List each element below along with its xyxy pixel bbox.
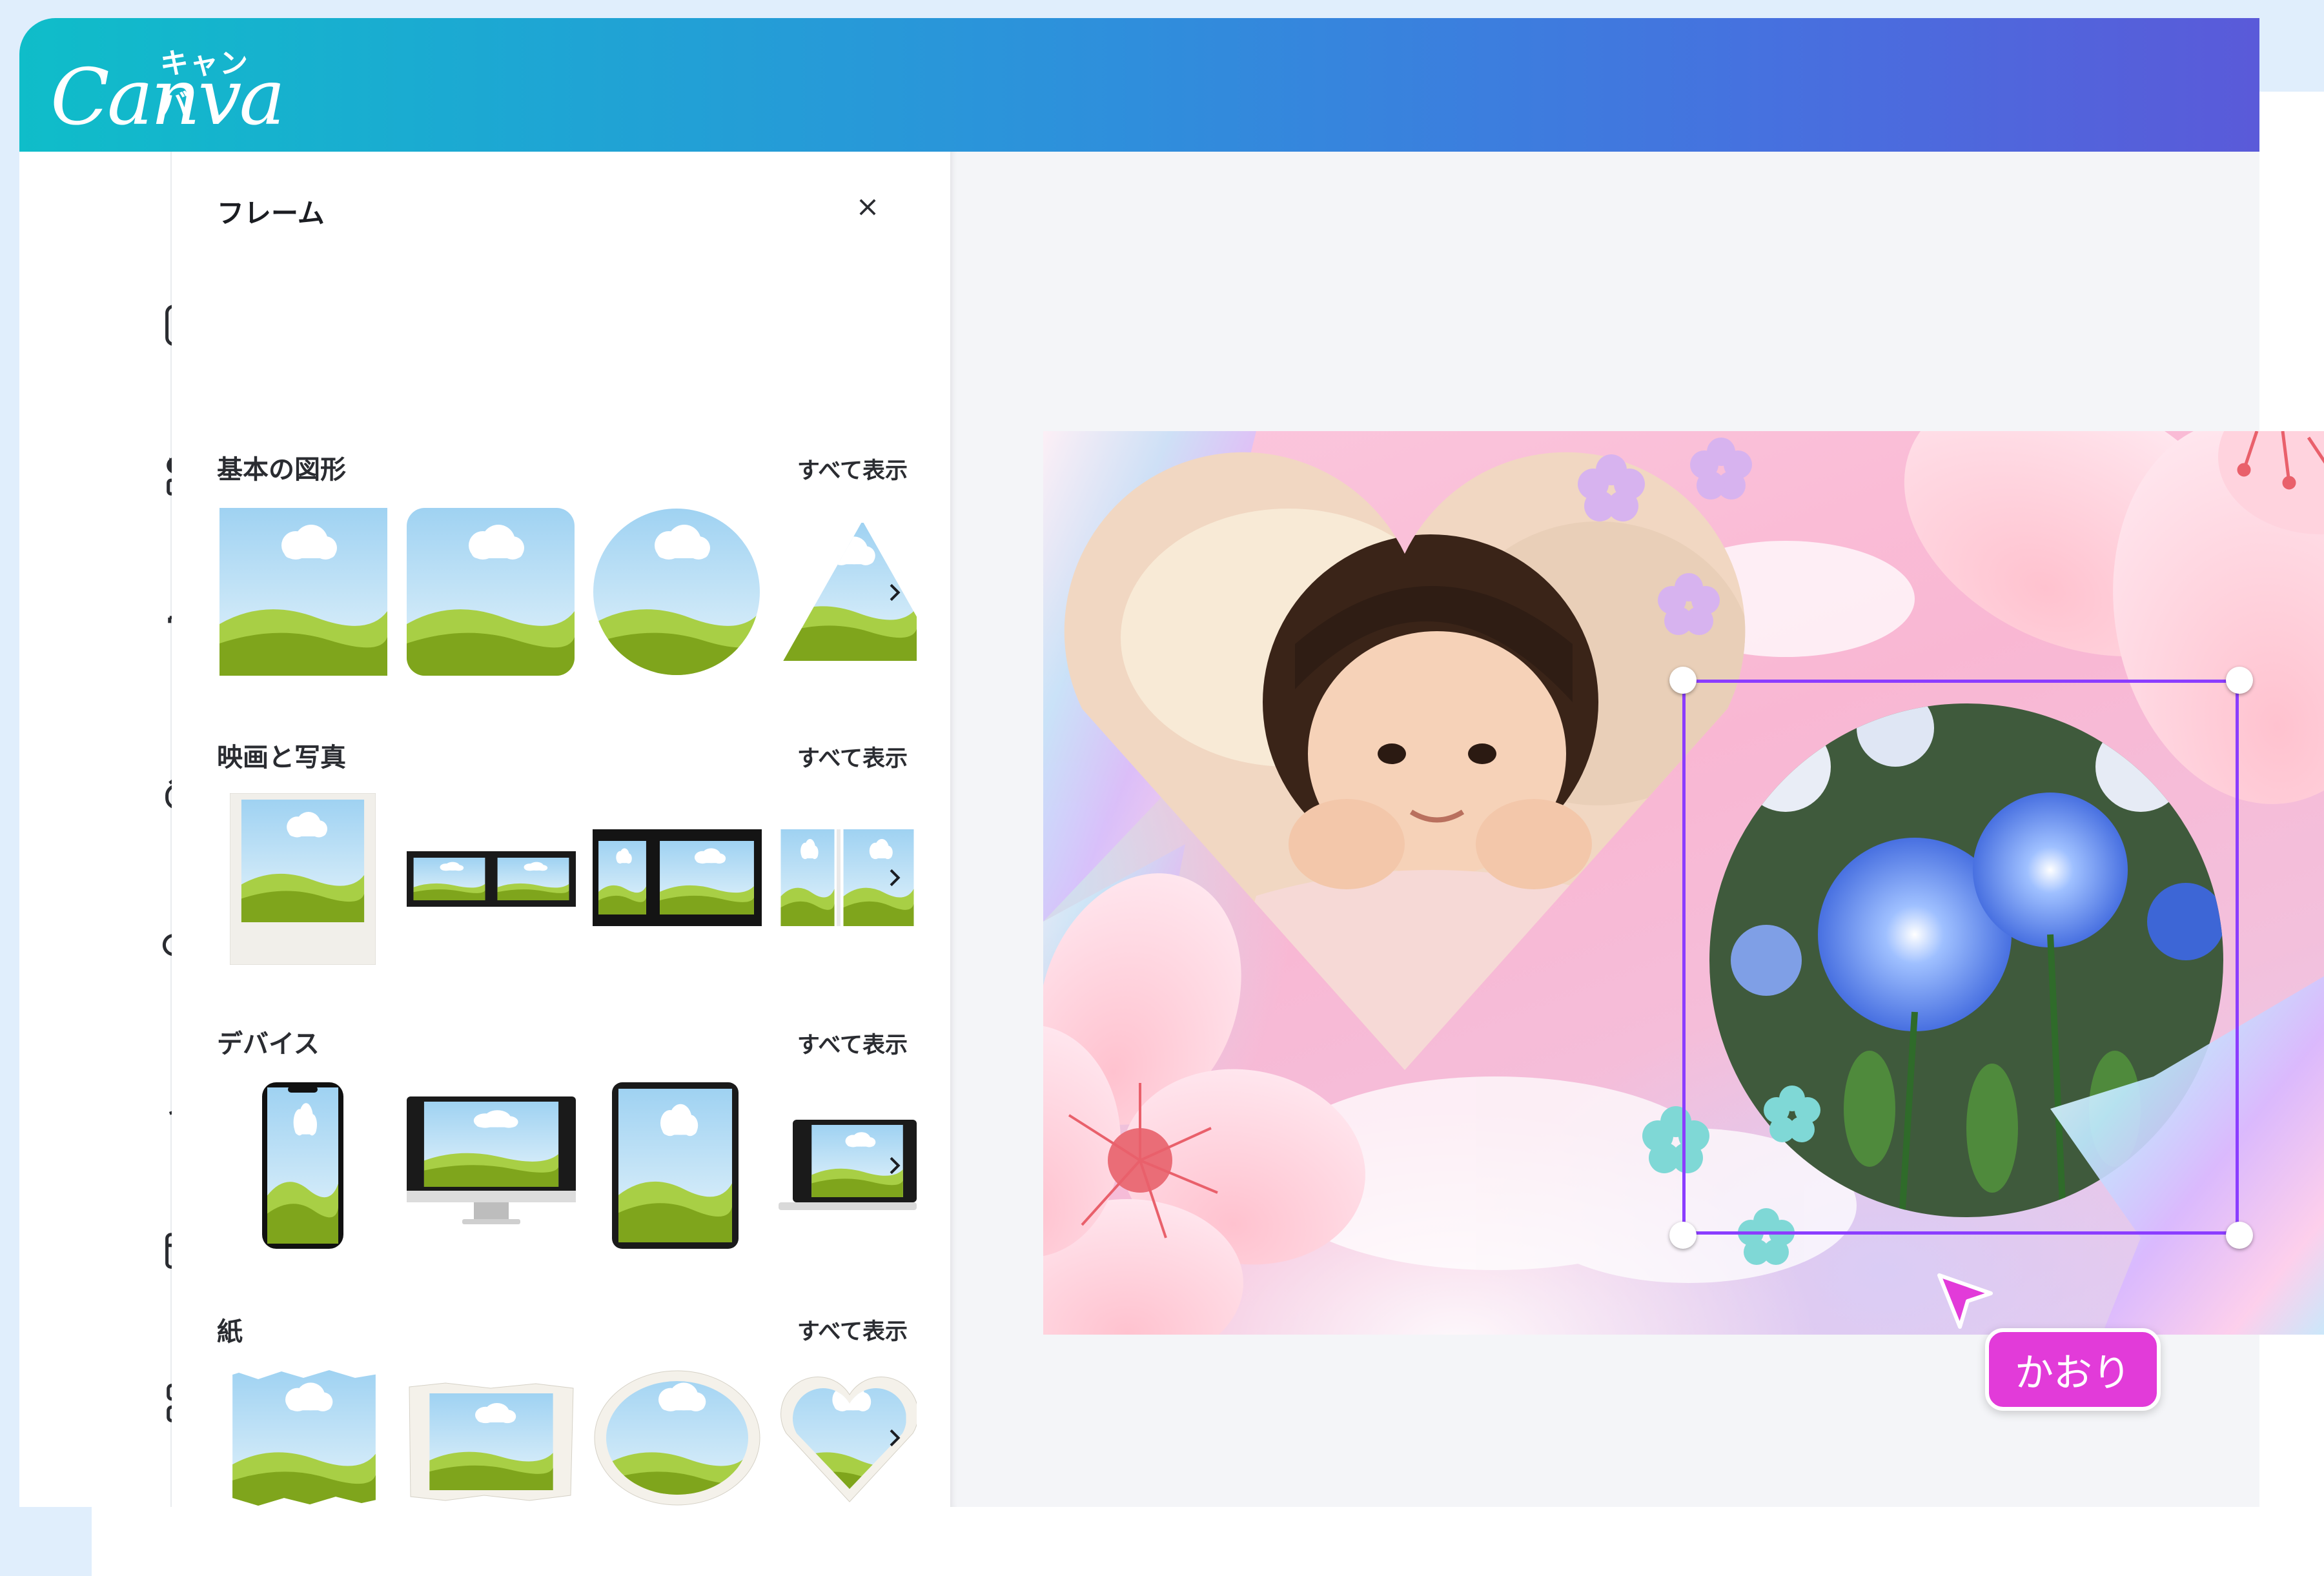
frame-tablet[interactable]: [611, 1081, 740, 1250]
film-photo-row: [219, 793, 917, 965]
frame-film-strip[interactable]: [407, 851, 576, 907]
paper-next-button[interactable]: [872, 1415, 917, 1460]
frame-circle[interactable]: [593, 508, 760, 676]
see-all-devices[interactable]: すべて表示: [797, 1027, 908, 1060]
section-title-devices: デバイス: [217, 1029, 320, 1059]
chevron-right-icon: [890, 869, 901, 887]
frame-torn-paper[interactable]: [219, 1369, 389, 1507]
collaborator-name-tag: かおり: [1985, 1328, 2161, 1411]
chevron-right-icon: [890, 583, 901, 601]
resize-handle-top-left[interactable]: [1669, 667, 1697, 694]
paper-row: [219, 1369, 917, 1507]
basic-shapes-next-button[interactable]: [872, 570, 917, 615]
close-panel-button[interactable]: [850, 189, 886, 225]
top-bar: キャンバ Canva: [19, 18, 2259, 152]
frame-paper-rect[interactable]: [407, 1382, 576, 1502]
chevron-right-icon: [890, 1429, 901, 1447]
chevron-right-icon: [890, 1157, 901, 1175]
frames-panel: フレーム 基本の図形 すべて表示 映画と写真 すべて表示 デバイス すべて表示 …: [172, 152, 950, 1507]
section-title-paper: 紙: [217, 1317, 243, 1347]
resize-handle-bottom-left[interactable]: [1669, 1222, 1697, 1249]
frame-polaroid[interactable]: [230, 793, 376, 965]
see-all-basic-shapes[interactable]: すべて表示: [797, 452, 908, 485]
frame-desktop[interactable]: [407, 1096, 576, 1232]
frame-film-negative[interactable]: [593, 829, 762, 926]
resize-handle-bottom-right[interactable]: [2226, 1222, 2253, 1249]
section-title-basic-shapes: 基本の図形: [217, 455, 346, 485]
frame-square[interactable]: [219, 508, 387, 676]
devices-row: [219, 1081, 917, 1253]
section-title-film-photo: 映画と写真: [217, 743, 346, 773]
frame-phone[interactable]: [261, 1081, 345, 1250]
devices-next-button[interactable]: [872, 1143, 917, 1188]
see-all-paper[interactable]: すべて表示: [797, 1313, 908, 1346]
see-all-film-photo[interactable]: すべて表示: [797, 740, 908, 773]
basic-shapes-row: [219, 508, 917, 680]
close-icon: [859, 199, 876, 216]
resize-handle-top-right[interactable]: [2226, 667, 2253, 694]
side-rail: [19, 152, 172, 1507]
selection-box[interactable]: [1682, 680, 2239, 1235]
collaborator-cursor-icon: [1937, 1273, 1993, 1329]
panel-title: フレーム: [217, 197, 325, 229]
canva-logo[interactable]: キャンバ Canva: [50, 40, 285, 137]
frame-paper-circle[interactable]: [593, 1369, 762, 1507]
frame-rounded-square[interactable]: [407, 508, 575, 676]
logo-word: Canva: [50, 53, 285, 143]
film-photo-next-button[interactable]: [872, 855, 917, 900]
